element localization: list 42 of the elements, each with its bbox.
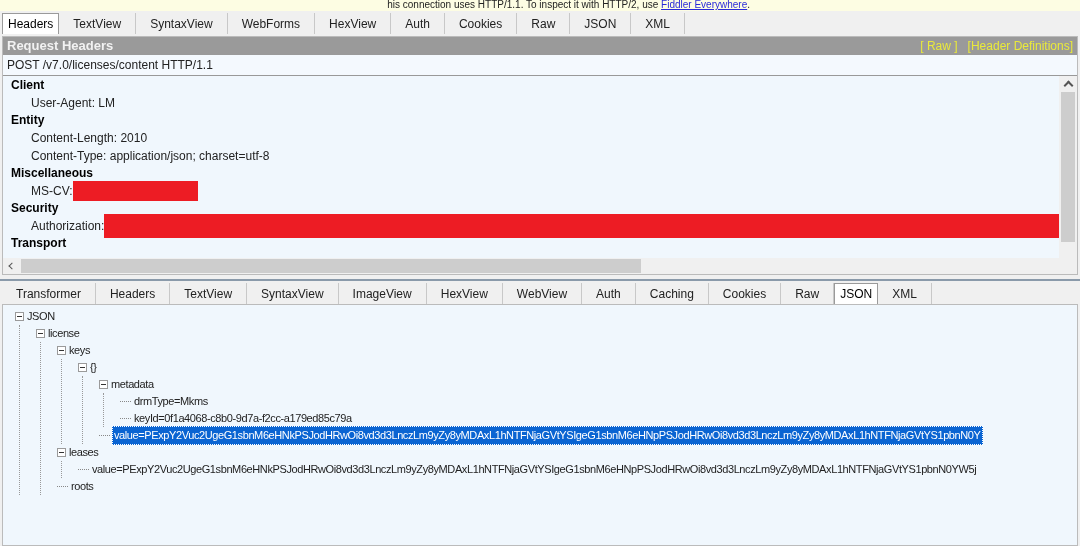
tab[interactable]: JSON [834,283,879,304]
collapse-icon[interactable] [36,329,45,338]
collapse-icon[interactable] [57,448,66,457]
tab[interactable]: Headers [2,13,60,34]
tab[interactable]: WebForms [227,13,316,34]
collapse-icon[interactable] [99,380,108,389]
header-item: Content-Length: 2010 [31,130,148,147]
tab[interactable]: TextView [59,13,137,34]
header-item: Authorization: [31,218,105,235]
tree-node[interactable]: drmType=Mkms [133,393,209,410]
header-item: Content-Type: application/json; charset=utf-8 [31,148,270,165]
vertical-scrollbar[interactable] [1059,76,1077,258]
tab[interactable]: SyntaxView [136,13,228,34]
tree-node[interactable]: license [47,325,81,342]
tab[interactable]: Auth [391,13,445,34]
tab[interactable]: JSON [570,13,632,34]
tree-node[interactable]: leases [68,444,100,461]
tree-node[interactable]: metadata [110,376,155,393]
info-banner-text: his connection uses HTTP/1.1. To inspect it with HTTP/2, use Fiddler Everywhere. [387,0,750,11]
tab[interactable]: Cookies [444,13,518,34]
header-group: Miscellaneous [11,165,1059,182]
tab[interactable]: HexView [315,13,392,34]
header-group: Client [11,77,1059,94]
tree-node[interactable]: value=PExpY2Vuc2UgeG1sbnM6eHNkPSJodHRwOi8vd3d3LnczLm9yZy8yMDAxL1hNTFNjaGVtYSIgeG1sbnM6eHNpPSJodHRwOi8vd3d3LnczLm9yZy8yMDAxL1hNTFNjaGVtYS1pbnN0YW5j [91,461,978,478]
tree-node[interactable]: roots [70,478,95,495]
tree-node[interactable]: JSON [26,308,56,325]
collapse-icon[interactable] [57,346,66,355]
collapse-icon[interactable] [15,312,24,321]
horizontal-scrollbar[interactable] [3,258,1077,274]
tree-node[interactable]: keyId=0f1a4068-c8b0-9d7a-f2cc-a179ed85c79a [133,410,353,427]
header-item: MS-CV: [31,183,73,200]
tree-node[interactable]: keys [68,342,92,359]
tree-node[interactable]: value=PExpY2Vuc2UgeG1sbnM6eHNkPSJodHRwOi8vd3d3LnczLm9yZy8yMDAxL1hNTFNjaGVtYSIgeG1sbnM6eHNpPSJodHRwOi8vd3d3LnczLm9yZy8yMDAxL1hNTFNjaGVtYS1pbnN0Y [112,426,983,445]
header-item: User-Agent: LM [31,95,116,112]
header-group: Entity [11,112,1059,129]
section-title: Request Headers [7,37,114,56]
collapse-icon[interactable] [78,363,87,372]
tab[interactable]: XML [631,13,685,34]
header-group: Security [11,200,1059,217]
tree-node[interactable]: {} [89,359,98,376]
header-group: Transport [11,235,1059,252]
tab[interactable]: Raw [517,13,571,34]
